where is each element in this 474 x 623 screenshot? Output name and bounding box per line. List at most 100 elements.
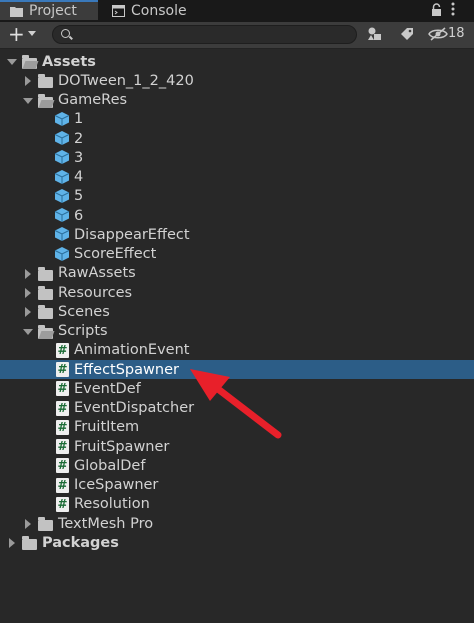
lock-icon[interactable] [431,3,442,20]
tree-item-label: 5 [74,188,84,205]
prefab-icon [54,227,70,242]
tree-item-label: 2 [74,130,84,147]
add-button[interactable]: + [8,24,25,44]
csharp-script-icon: # [56,342,69,358]
tree-item-1[interactable]: 1 [0,110,474,129]
tree-item-label: TextMesh Pro [58,515,154,532]
tree-item-label: GlobalDef [74,457,146,474]
tree-item-label: EventDispatcher [74,400,195,416]
tree-item-dotween-1-2-420[interactable]: DOTween_1_2_420 [0,71,474,90]
tree-item-icespawner[interactable]: # IceSpawner [0,476,474,495]
tab-project-label: Project [29,3,77,19]
collapse-arrow-icon[interactable] [25,307,31,318]
tree-item-packages[interactable]: Packages [0,533,474,552]
prefab-icon [54,208,70,222]
prefab-icon [54,188,70,203]
csharp-script-icon: # [56,400,69,416]
prefab-icon [54,131,70,145]
tree-item-label: EventDef [74,380,141,397]
project-toolbar: + 18 [0,22,474,49]
expand-arrow-icon[interactable] [23,328,33,335]
search-icon [61,29,70,38]
folder-icon [38,305,53,320]
prefab-icon [54,246,70,261]
open-folder-icon [38,324,53,339]
csharp-script-icon: # [56,362,69,377]
tree-item-6[interactable]: 6 [0,206,474,225]
collapse-arrow-icon[interactable] [25,288,31,298]
open-folder-icon [22,55,37,69]
search-input[interactable] [52,25,357,44]
tree-item-label: RawAssets [58,265,136,282]
tree-item-label: IceSpawner [74,477,159,493]
tree-item-label: 4 [74,169,84,185]
tree-item-3[interactable]: 3 [0,148,474,167]
tree-item-label: GameRes [58,92,128,108]
csharp-script-icon: # [56,458,69,474]
folder-icon [38,286,53,300]
tree-item-label: ScoreEffect [74,246,157,262]
folder-icon [10,5,23,17]
tree-item-label: Resources [58,284,133,301]
tree-item-disappeareffect[interactable]: DisappearEffect [0,225,474,244]
collapse-arrow-icon[interactable] [25,268,31,279]
folder-icon [22,536,37,551]
annotation-arrow-icon [190,369,282,439]
tree-item-label: Resolution [74,496,150,513]
tree-item-5[interactable]: 5 [0,187,474,206]
tab-console[interactable]: Console [102,0,202,22]
hidden-packages-count: 18 [448,26,465,41]
more-options-icon[interactable] [451,1,455,21]
console-icon [112,5,125,17]
tree-item-2[interactable]: 2 [0,129,474,148]
tree-item-label: DisappearEffect [74,226,190,243]
folder-icon [38,74,53,89]
collapse-arrow-icon[interactable] [25,76,31,87]
csharp-script-icon: # [56,381,69,397]
tree-item-globaldef[interactable]: # GlobalDef [0,456,474,475]
csharp-script-icon: # [56,419,69,435]
tree-item-resources[interactable]: Resources [0,283,474,302]
tree-item-label: Scripts [58,323,108,339]
csharp-script-icon: # [56,477,69,493]
tree-item-label: EffectSpawner [74,361,179,378]
expand-arrow-icon[interactable] [7,59,17,65]
open-folder-icon [38,93,53,108]
prefab-icon [54,169,70,184]
tree-item-textmesh-pro[interactable]: TextMesh Pro [0,514,474,533]
tree-item-label: AnimationEvent [74,342,190,359]
tree-item-label: DOTween_1_2_420 [58,72,194,89]
tree-item-label: Packages [42,534,119,551]
chevron-down-icon[interactable] [28,31,36,36]
tree-item-4[interactable]: 4 [0,168,474,187]
prefab-icon [54,111,70,126]
tab-console-label: Console [131,3,187,19]
collapse-arrow-icon[interactable] [25,519,31,529]
tree-item-scenes[interactable]: Scenes [0,302,474,321]
prefab-icon [54,150,70,165]
tree-item-rawassets[interactable]: RawAssets [0,264,474,283]
filter-by-type-icon[interactable] [367,26,383,44]
filter-by-label-icon[interactable] [399,26,415,44]
tree-item-label: Scenes [58,303,110,320]
tab-project[interactable]: Project [0,0,98,20]
hidden-packages-icon[interactable] [428,26,448,44]
tree-item-label: FruitSpawner [74,438,170,455]
tree-item-scoreeffect[interactable]: ScoreEffect [0,245,474,264]
tree-item-assets[interactable]: Assets [0,52,474,71]
collapse-arrow-icon[interactable] [9,538,15,549]
tree-item-gameres[interactable]: GameRes [0,91,474,110]
tree-item-label: 3 [74,149,84,166]
folder-icon [38,266,53,281]
expand-arrow-icon[interactable] [23,97,33,104]
tree-item-scripts[interactable]: Scripts [0,322,474,341]
csharp-script-icon: # [56,439,69,454]
tree-item-label: FruitItem [74,419,140,436]
folder-icon [38,517,53,531]
tree-item-label: 6 [74,207,84,224]
tree-item-resolution[interactable]: # Resolution [0,495,474,514]
csharp-script-icon: # [56,496,69,512]
tree-item-label: Assets [42,53,96,70]
window-tab-bar: Project Console [0,0,474,22]
tree-item-label: 1 [74,111,84,128]
